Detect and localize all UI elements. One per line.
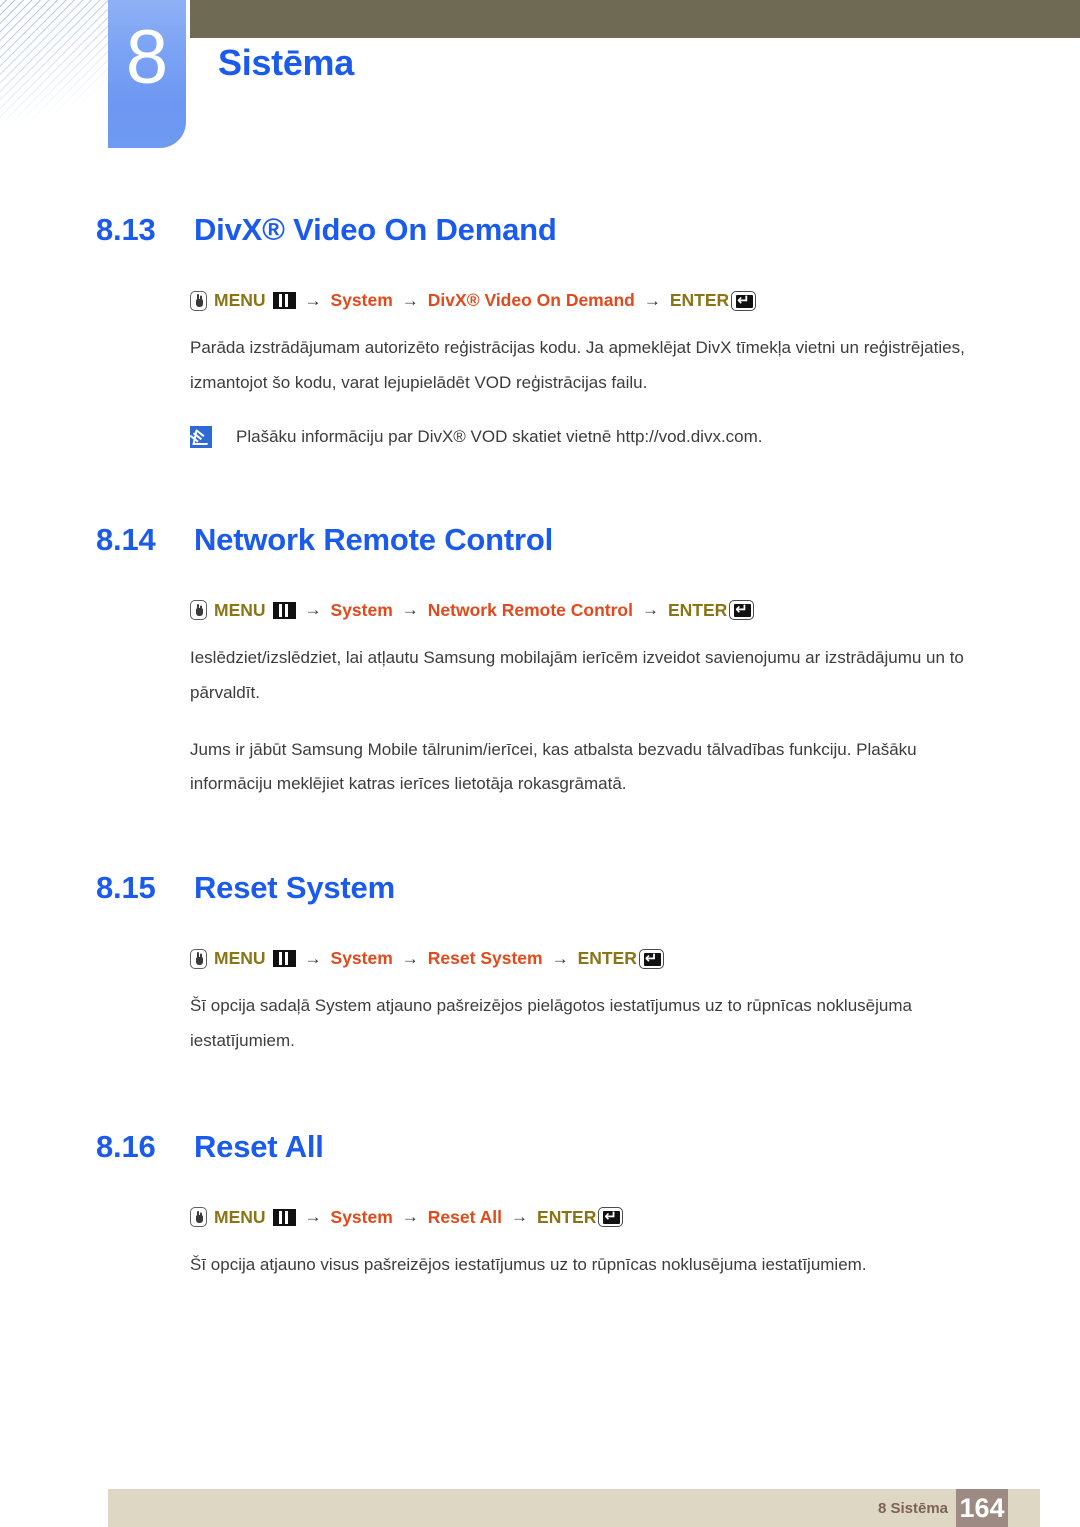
section-title: Reset All	[194, 1128, 324, 1164]
chapter-number-badge: 8	[108, 0, 186, 148]
chapter-title: Sistēma	[218, 42, 354, 83]
menu-path-item: System	[330, 290, 393, 310]
path-arrow: →	[643, 290, 661, 310]
enter-key-icon	[638, 948, 664, 969]
note-text: Plašāku informāciju par DivX® VOD skatie…	[236, 426, 763, 446]
section-heading: 8.14 Network Remote Control	[0, 522, 1080, 558]
page-footer: 8 Sistēma 164	[108, 1489, 1040, 1527]
hand-pointer-icon	[190, 948, 207, 969]
section-number: 8.16	[96, 1128, 156, 1164]
path-arrow: →	[401, 600, 419, 620]
path-arrow: →	[551, 948, 569, 968]
header-olive-bar	[190, 0, 1080, 38]
section-number: 8.13	[96, 212, 156, 247]
path-arrow: →	[304, 1207, 322, 1227]
section-heading: 8.16 Reset All	[0, 1129, 1080, 1165]
section-number: 8.15	[96, 870, 156, 906]
body-paragraph: Parāda izstrādājumam autorizēto reģistrā…	[190, 338, 965, 392]
path-arrow: →	[401, 948, 419, 968]
menu-bars-icon	[272, 950, 296, 968]
path-arrow: →	[304, 600, 322, 620]
menu-path-item: Reset All	[427, 1206, 503, 1227]
body-paragraph: Jums ir jābūt Samsung Mobile tālrunim/ie…	[190, 739, 917, 794]
decorative-hatch-pattern	[0, 0, 108, 120]
menu-label: MENU	[214, 1206, 266, 1227]
section-8-16: 8.16 Reset All MENU → System → Reset All…	[0, 1059, 1080, 1283]
menu-path-breadcrumb: MENU → System → Reset All → ENTER	[190, 1206, 1080, 1228]
path-arrow: →	[401, 290, 419, 310]
footer-page-number: 164	[956, 1489, 1008, 1527]
enter-label: ENTER	[667, 599, 728, 620]
menu-path-item: DivX® Video On Demand	[427, 290, 635, 310]
hand-pointer-icon	[190, 600, 207, 621]
path-arrow: →	[641, 600, 659, 620]
menu-path-breadcrumb: MENU → System → Reset System → ENTER	[190, 948, 1080, 969]
enter-label: ENTER	[577, 948, 637, 969]
body-paragraph: Ieslēdziet/izslēdziet, lai atļautu Samsu…	[190, 647, 964, 702]
section-8-13: 8.13 DivX® Video On Demand MENU → System…	[0, 160, 1080, 450]
menu-path-item: System	[330, 948, 393, 969]
menu-path-breadcrumb: MENU → System → DivX® Video On Demand → …	[190, 290, 1080, 311]
section-title: Reset System	[194, 870, 395, 906]
section-number: 8.14	[96, 521, 156, 557]
hand-pointer-icon	[190, 1207, 207, 1228]
page-header: 8 Sistēma	[0, 0, 1080, 160]
menu-label: MENU	[214, 948, 266, 969]
footer-chapter-label: 8 Sistēma	[877, 1500, 948, 1517]
enter-key-icon	[731, 290, 757, 311]
section-heading: 8.15 Reset System	[0, 870, 1080, 906]
path-arrow: →	[511, 1207, 529, 1227]
page-content: 8.13 DivX® Video On Demand MENU → System…	[0, 160, 1080, 1283]
path-arrow: →	[304, 290, 322, 310]
body-paragraph: Šī opcija atjauno visus pašreizējos iest…	[190, 1254, 867, 1274]
section-title: Network Remote Control	[194, 521, 554, 557]
path-arrow: →	[401, 1207, 419, 1227]
menu-path-breadcrumb: MENU → System → Network Remote Control →…	[190, 599, 1080, 621]
menu-path-item: Reset System	[427, 948, 543, 969]
path-arrow: →	[304, 948, 322, 968]
note-icon	[190, 425, 212, 448]
enter-label: ENTER	[537, 1206, 597, 1227]
body-paragraph: Šī opcija sadaļā System atjauno pašreizē…	[190, 996, 912, 1051]
menu-bars-icon	[272, 601, 296, 619]
enter-key-icon	[598, 1206, 624, 1228]
menu-label: MENU	[214, 290, 266, 310]
section-8-15: 8.15 Reset System MENU → System → Reset …	[0, 802, 1080, 1059]
note-block: Plašāku informāciju par DivX® VOD skatie…	[190, 423, 1010, 450]
hand-pointer-icon	[190, 290, 207, 311]
menu-path-item: System	[330, 599, 393, 620]
menu-bars-icon	[272, 292, 296, 309]
section-8-14: 8.14 Network Remote Control MENU → Syste…	[0, 450, 1080, 802]
section-title: DivX® Video On Demand	[194, 212, 557, 247]
menu-bars-icon	[272, 1208, 296, 1226]
enter-key-icon	[729, 599, 755, 621]
menu-label: MENU	[214, 599, 266, 620]
section-heading: 8.13 DivX® Video On Demand	[0, 212, 1080, 248]
enter-label: ENTER	[669, 290, 730, 310]
menu-path-item: System	[330, 1206, 393, 1227]
menu-path-item: Network Remote Control	[427, 599, 633, 620]
